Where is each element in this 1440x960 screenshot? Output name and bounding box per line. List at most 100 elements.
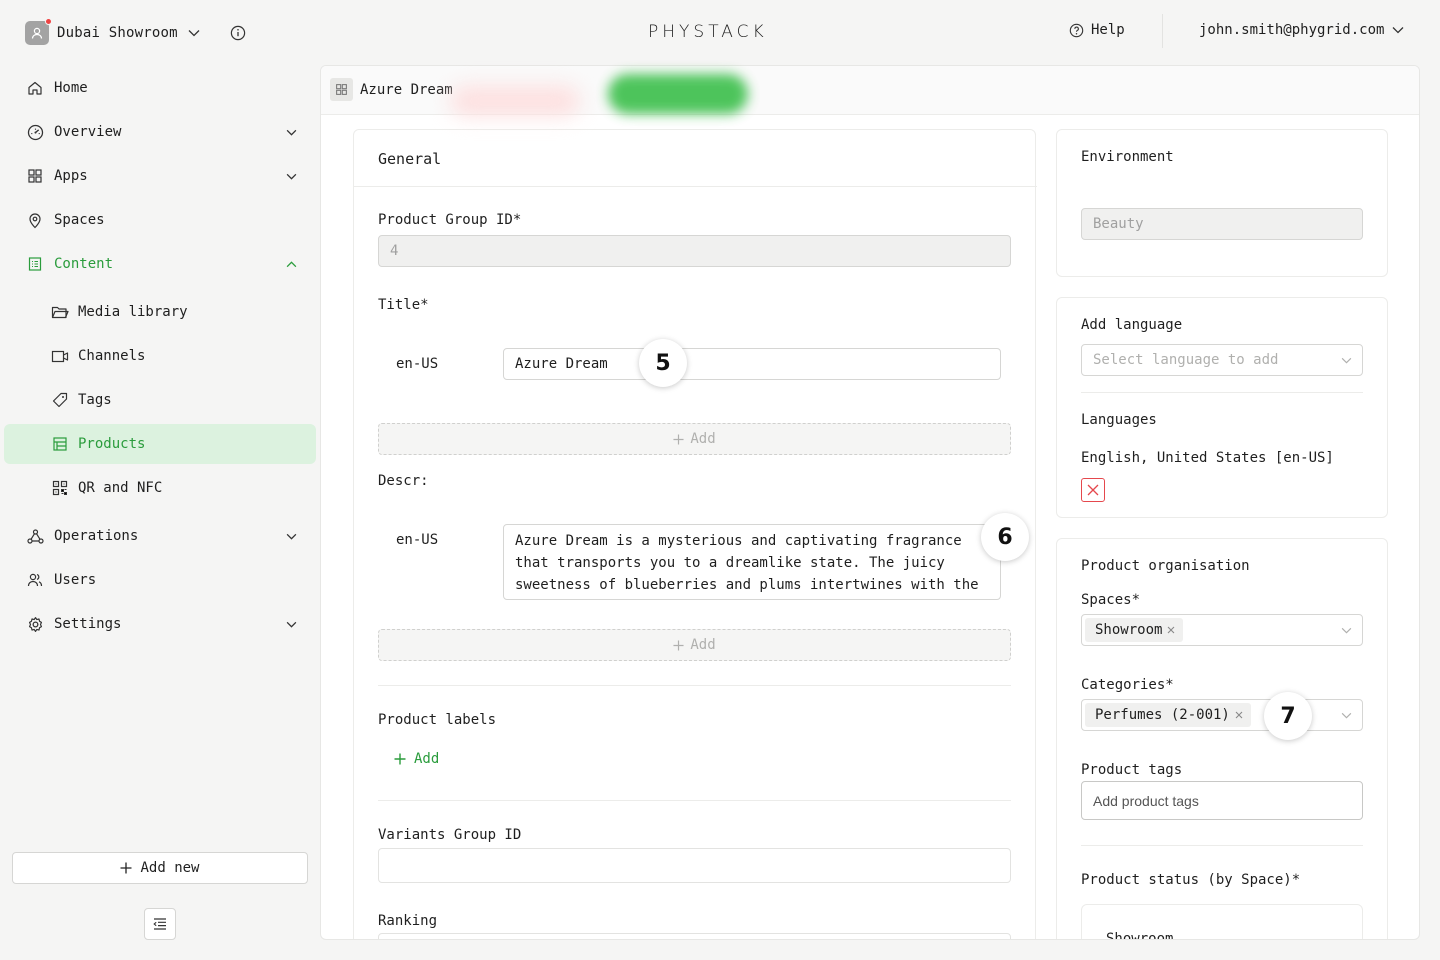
org-switcher[interactable]: Dubai Showroom	[25, 17, 246, 45]
collapse-sidebar-button[interactable]	[144, 908, 176, 940]
app-logo: PHYSTACK	[648, 22, 768, 42]
category-tag: Perfumes (2-001)	[1085, 703, 1251, 727]
add-new-label: Add new	[140, 860, 200, 876]
sidebar-item-spaces[interactable]: Spaces	[4, 200, 316, 240]
description-textarea[interactable]: Azure Dream is a mysterious and captivat…	[503, 524, 1001, 600]
sidebar-item-label: Users	[54, 572, 97, 588]
sidebar-item-qr-nfc[interactable]: QR and NFC	[4, 468, 316, 508]
sidebar-item-label: QR and NFC	[78, 480, 163, 496]
sidebar-item-users[interactable]: Users	[4, 560, 316, 600]
chevron-down-icon	[286, 129, 297, 136]
help-label: Help	[1091, 22, 1125, 38]
step-marker-7: 7	[1264, 692, 1312, 740]
environment-title: Environment	[1081, 149, 1174, 165]
chevron-down-icon	[286, 533, 297, 540]
user-menu[interactable]: john.smith@phygrid.com	[1199, 22, 1404, 38]
product-group-id-label: Product Group ID*	[378, 212, 522, 228]
main-panel: Azure Dream General Product Group ID* 4 …	[320, 65, 1420, 940]
language-card: Add language Select language to add Lang…	[1056, 297, 1388, 518]
product-tags-label: Product tags	[1081, 762, 1183, 778]
add-title-locale-button[interactable]: Add	[378, 423, 1011, 455]
grid-icon	[26, 167, 44, 185]
chevron-down-icon	[188, 29, 200, 37]
divider	[378, 685, 1011, 686]
ranking-input[interactable]	[378, 933, 1011, 939]
product-organisation-card: Product organisation Spaces* Showroom Ca…	[1056, 538, 1388, 940]
categories-select[interactable]: Perfumes (2-001)	[1081, 699, 1363, 731]
sidebar-item-label: Channels	[78, 348, 146, 364]
sidebar-item-label: Overview	[54, 124, 122, 140]
tab-azure-dream[interactable]: Azure Dream	[330, 78, 453, 101]
variants-group-id-input[interactable]	[378, 848, 1011, 883]
sidebar-item-label: Apps	[54, 168, 88, 184]
sidebar-item-tags[interactable]: Tags	[4, 380, 316, 420]
language-select[interactable]: Select language to add	[1081, 344, 1363, 376]
help-button[interactable]: Help	[1069, 22, 1125, 38]
status-space-name: Showroom	[1106, 931, 1174, 940]
environment-field[interactable]: Beauty	[1081, 208, 1363, 240]
chevron-down-icon	[1341, 627, 1352, 634]
sidebar-item-label: Media library	[78, 304, 188, 320]
divider	[1081, 392, 1363, 393]
chevron-down-icon	[1392, 26, 1404, 34]
video-icon	[51, 347, 69, 365]
sidebar-item-label: Operations	[54, 528, 139, 544]
chevron-down-icon	[286, 621, 297, 628]
add-label: Add	[414, 751, 440, 767]
close-icon[interactable]	[1235, 711, 1243, 719]
sidebar-item-apps[interactable]: Apps	[4, 156, 316, 196]
chevron-up-icon	[286, 260, 297, 268]
document-icon	[26, 255, 44, 273]
product-tags-input[interactable]: Add product tags	[1081, 781, 1363, 820]
plus-icon	[120, 862, 132, 874]
title-input[interactable]: Azure Dream	[503, 348, 1001, 380]
chevron-down-icon	[286, 173, 297, 180]
product-labels-title: Product labels	[378, 712, 497, 728]
plus-icon	[394, 753, 406, 765]
tag-icon	[51, 391, 69, 409]
general-card: General Product Group ID* 4 Title* en-US…	[353, 129, 1037, 939]
sidebar-item-operations[interactable]: Operations	[4, 516, 316, 556]
sidebar-item-home[interactable]: Home	[4, 68, 316, 108]
language-entry: English, United States [en-US]	[1081, 450, 1334, 466]
org-name: Dubai Showroom	[57, 24, 178, 41]
sidebar-item-channels[interactable]: Channels	[4, 336, 316, 376]
chevron-down-icon	[1341, 712, 1352, 719]
title-label: Title*	[378, 297, 429, 313]
spaces-label: Spaces*	[1081, 592, 1141, 608]
gauge-icon	[26, 123, 44, 141]
descr-locale: en-US	[396, 532, 439, 548]
sidebar-item-settings[interactable]: Settings	[4, 604, 316, 644]
plus-icon	[673, 433, 684, 445]
remove-language-button[interactable]	[1081, 478, 1105, 502]
categories-label: Categories*	[1081, 677, 1174, 693]
add-descr-locale-button[interactable]: Add	[378, 629, 1011, 661]
environment-card: Environment Beauty	[1056, 129, 1388, 277]
product-status-label: Product status (by Space)*	[1081, 872, 1301, 888]
grid-icon	[330, 78, 353, 101]
sidebar-item-overview[interactable]: Overview	[4, 112, 316, 152]
sidebar-item-label: Products	[78, 436, 146, 452]
product-organisation-title: Product organisation	[1081, 558, 1250, 574]
collapse-menu-icon	[153, 918, 167, 930]
variants-group-id-label: Variants Group ID	[378, 827, 522, 843]
notification-dot	[45, 17, 52, 25]
spaces-select[interactable]: Showroom	[1081, 614, 1363, 646]
folder-icon	[51, 303, 69, 321]
add-new-button[interactable]: Add new	[12, 852, 308, 884]
sidebar-item-media-library[interactable]: Media library	[4, 292, 316, 332]
add-language-title: Add language	[1081, 317, 1183, 333]
product-group-id-field[interactable]: 4	[378, 235, 1011, 267]
descr-label: Descr:	[378, 473, 429, 489]
space-tag: Showroom	[1085, 618, 1184, 642]
info-icon[interactable]	[230, 25, 246, 41]
blurred-overlay-green	[608, 74, 748, 114]
sidebar-item-content[interactable]: Content	[4, 244, 316, 284]
languages-title: Languages	[1081, 412, 1157, 428]
sidebar-item-products[interactable]: Products	[4, 424, 316, 464]
divider	[378, 800, 1011, 801]
storefront-icon	[51, 435, 69, 453]
step-marker-5: 5	[639, 339, 687, 387]
add-product-label-button[interactable]: Add	[394, 751, 439, 767]
close-icon[interactable]	[1167, 626, 1175, 634]
